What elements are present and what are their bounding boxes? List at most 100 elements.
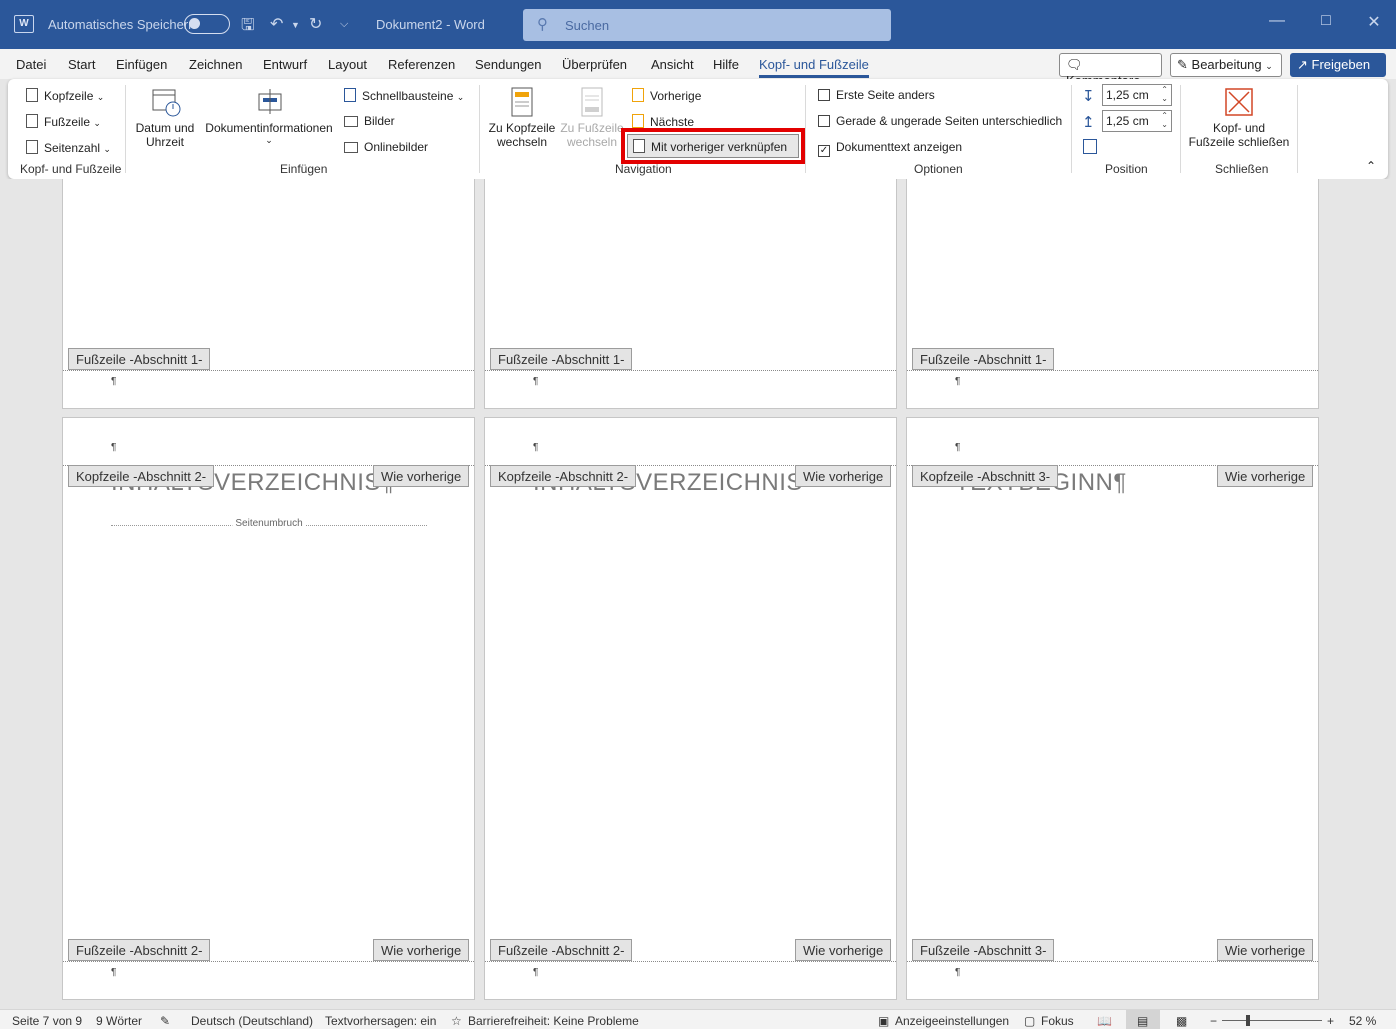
same-as-previous-label: Wie vorherige [373, 465, 470, 487]
zoom-out-icon[interactable]: − [1210, 1014, 1217, 1028]
search-box[interactable]: ⚲ [523, 9, 891, 41]
proofing-icon[interactable]: ✎ [160, 1014, 170, 1028]
page-bottom-right[interactable]: ¶ TEXTBEGINN¶ Kopfzeile -Abschnitt 3- Wi… [906, 417, 1319, 1000]
different-odd-even-checkbox[interactable]: Gerade & ungerade Seiten unterschiedlich [818, 114, 1062, 128]
focus-button[interactable]: Fokus [1041, 1014, 1074, 1028]
autosave-toggle[interactable] [184, 14, 230, 34]
read-mode-icon[interactable]: 📖 [1097, 1014, 1112, 1028]
page-bottom-middle[interactable]: ¶ INHALTSVERZEICHNIS Kopfzeile -Abschnit… [484, 417, 897, 1000]
same-as-previous-label: Wie vorherige [795, 939, 892, 961]
page-bottom-left[interactable]: ¶ INHALTSVERZEICHNIS¶ Kopfzeile -Abschni… [62, 417, 475, 1000]
close-header-footer-button[interactable]: Kopf- und Fußzeile schließen [1186, 86, 1292, 149]
tab-einfuegen[interactable]: Einfügen [116, 57, 167, 72]
display-settings-button[interactable]: Anzeigeeinstellungen [895, 1014, 1009, 1028]
tab-datei[interactable]: Datei [16, 57, 46, 72]
save-icon[interactable]: 🖫 [241, 14, 255, 41]
undo-icon[interactable]: ↶ [270, 14, 283, 34]
checkbox-checked[interactable]: ✓ [818, 145, 830, 157]
page-top-middle[interactable]: Fußzeile -Abschnitt 1- ¶ [484, 179, 897, 409]
spinner-arrows-icon[interactable]: ⌃ ⌄ [1161, 111, 1168, 129]
group-label-position: Position [1105, 162, 1148, 176]
tab-start[interactable]: Start [68, 57, 95, 72]
online-pictures-button[interactable]: Onlinebilder [344, 140, 428, 154]
tab-referenzen[interactable]: Referenzen [388, 57, 455, 72]
focus-icon: ▢ [1024, 1014, 1036, 1028]
redo-icon[interactable]: ↻ [309, 14, 322, 34]
different-first-page-label: Erste Seite anders [836, 88, 935, 102]
maximize-icon[interactable]: □ [1311, 12, 1341, 30]
next-icon [632, 114, 644, 128]
next-label: Nächste [650, 115, 695, 129]
tab-sendungen[interactable]: Sendungen [475, 57, 542, 72]
footer-boundary [907, 370, 1318, 371]
menu-bar: Datei Start Einfügen Zeichnen Entwurf La… [0, 49, 1396, 88]
accessibility-status[interactable]: Barrierefreiheit: Keine Probleme [468, 1014, 639, 1028]
page-top-left[interactable]: Fußzeile -Abschnitt 1- ¶ [62, 179, 475, 409]
language-indicator[interactable]: Deutsch (Deutschland) [191, 1014, 313, 1028]
share-label: Freigeben [1311, 57, 1371, 72]
document-area: Fußzeile -Abschnitt 1- ¶ Fußzeile -Absch… [0, 179, 1396, 1009]
minimize-icon[interactable]: — [1262, 12, 1292, 30]
previous-button[interactable]: Vorherige [632, 88, 701, 103]
header-position-spinner[interactable]: 1,25 cm ⌃ ⌄ [1102, 84, 1172, 106]
zoom-in-icon[interactable]: + [1327, 1014, 1334, 1028]
show-document-text-checkbox[interactable]: ✓ Dokumenttext anzeigen [818, 140, 962, 157]
page-count[interactable]: Seite 7 von 9 [12, 1014, 82, 1028]
footer-dropdown[interactable]: Fußzeile ⌄ [26, 114, 101, 129]
tab-kopf-und-fusszeile[interactable]: Kopf- und Fußzeile [759, 57, 869, 78]
close-label-line2: Fußzeile schließen [1188, 135, 1290, 149]
status-bar: Seite 7 von 9 9 Wörter ✎ Deutsch (Deutsc… [0, 1009, 1396, 1029]
zoom-slider-handle[interactable] [1246, 1015, 1250, 1026]
editing-button[interactable]: ✎ Bearbeitung ⌄ [1170, 53, 1282, 77]
header-dropdown[interactable]: Kopfzeile ⌄ [26, 88, 104, 103]
undo-dropdown-icon[interactable]: ▼ [291, 20, 300, 30]
calendar-clock-icon [152, 89, 181, 117]
date-time-label-line2: Uhrzeit [145, 135, 184, 149]
goto-header-button[interactable]: Zu Kopfzeile wechseln [488, 86, 556, 149]
footer-boundary [63, 961, 474, 962]
zoom-slider[interactable] [1222, 1020, 1322, 1021]
page-break-marker: Seitenumbruch [111, 518, 427, 529]
page-number-dropdown[interactable]: Seitenzahl ⌄ [26, 140, 111, 155]
document-info-button[interactable]: Dokumentinformationen ⌄ [202, 86, 336, 146]
tab-zeichnen[interactable]: Zeichnen [189, 57, 242, 72]
paragraph-mark: ¶ [955, 376, 961, 387]
date-time-button[interactable]: Datum und Uhrzeit [134, 86, 196, 149]
text-predictions-status[interactable]: Textvorhersagen: ein [325, 1014, 436, 1028]
accessibility-icon: ☆ [451, 1014, 462, 1028]
show-document-text-label: Dokumenttext anzeigen [836, 140, 963, 154]
footer-icon [26, 114, 38, 128]
tab-layout[interactable]: Layout [328, 57, 367, 72]
goto-header-label-line2: wechseln [496, 135, 548, 149]
tab-ansicht[interactable]: Ansicht [651, 57, 694, 72]
checkbox-unchecked[interactable] [818, 89, 830, 101]
search-input[interactable] [565, 15, 865, 35]
close-window-icon[interactable]: ✕ [1359, 12, 1389, 32]
next-button[interactable]: Nächste [632, 114, 694, 129]
web-layout-icon[interactable]: ▩ [1176, 1014, 1187, 1028]
spinner-arrows-icon[interactable]: ⌃ ⌄ [1161, 85, 1168, 103]
tab-ueberpruefen[interactable]: Überprüfen [562, 57, 627, 72]
goto-footer-button[interactable]: Zu Fußzeile wechseln [558, 86, 626, 149]
customize-toolbar-icon[interactable]: ⌵ [340, 18, 348, 31]
page-top-right[interactable]: Fußzeile -Abschnitt 1- ¶ [906, 179, 1319, 409]
chevron-down-icon: ⌄ [93, 118, 101, 128]
footer-section-label: Fußzeile -Abschnitt 1- [490, 348, 633, 370]
comments-button[interactable]: 🗨 Kommentare [1059, 53, 1162, 88]
checkbox-unchecked[interactable] [818, 115, 830, 127]
title-bar: W Automatisches Speichern 🖫 ↶ ▼ ↻ ⌵ Doku… [0, 0, 1396, 49]
pictures-button[interactable]: Bilder [344, 114, 395, 128]
chevron-down-icon: ⌄ [96, 92, 105, 102]
different-first-page-checkbox[interactable]: Erste Seite anders [818, 88, 935, 102]
document-info-icon [258, 89, 282, 114]
quick-parts-dropdown[interactable]: Schnellbausteine ⌄ [344, 88, 464, 103]
tab-hilfe[interactable]: Hilfe [713, 57, 739, 72]
share-button[interactable]: ↗ Freigeben ⌄ [1290, 53, 1386, 87]
chevron-down-icon: ⌄ [1265, 61, 1273, 71]
tab-entwurf[interactable]: Entwurf [263, 57, 307, 72]
footer-position-spinner[interactable]: 1,25 cm ⌃ ⌄ [1102, 110, 1172, 132]
zoom-level[interactable]: 52 % [1349, 1014, 1376, 1028]
insert-alignment-tab-icon[interactable] [1083, 139, 1097, 154]
collapse-ribbon-icon[interactable]: ⌃ [1366, 159, 1376, 173]
word-count[interactable]: 9 Wörter [96, 1014, 142, 1028]
